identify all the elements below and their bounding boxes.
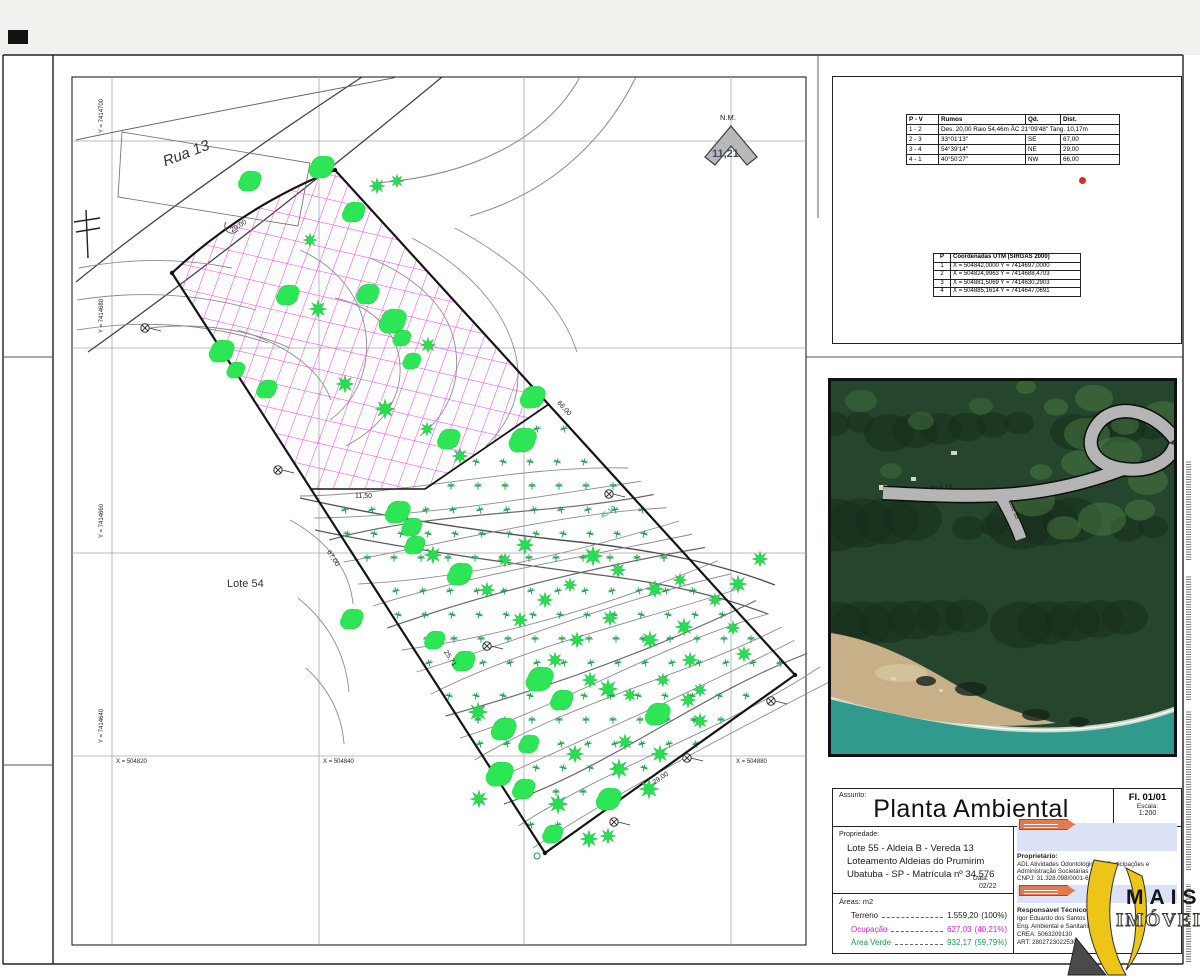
bearing-distance-table: P - VRumosQd.Dist.1 - 2Des. 20,00 Raio 5… [906,114,1120,165]
title-block-divider [1013,827,1014,953]
sheet-number-cell: Fl. 01/01 Escala: 1:200 [1113,789,1181,827]
sheet-number: Fl. 01/01 [1114,792,1181,803]
north-declination-value: 11,21 [712,148,739,160]
propriedade-label: Propriedade: [839,831,879,838]
dimension-label: 11,50 [355,493,372,500]
satellite-image [831,381,1174,754]
grid-y-label: Y = 7414640 [99,696,105,756]
utm-coordinates-table: PCoordenadas UTM (SIRGAS 2000)1X = 50484… [933,253,1081,297]
propriedade-line: Lote 55 - Aldeia B - Vereda 13 [847,843,974,854]
scale-value: 1:200 [1114,810,1181,817]
plot-stamp-vertical-text [1186,884,1191,962]
north-label: N.M. [720,113,736,122]
grid-y-label: Y = 7414700 [99,86,105,146]
area-row: Área Verde932,17(59,79%) [851,938,1007,947]
plot-stamp-vertical-text [1186,460,1191,560]
plot-stamp-vertical-text [1186,710,1191,870]
area-row: Ocupação627,03(40,21%) [851,925,1007,934]
plot-stamp-vertical-text [1186,575,1191,700]
digital-signature-stamp-icon [1019,819,1075,830]
grid-x-label: X = 504840 [323,759,354,765]
areas-label: Áreas: m2 [839,897,873,906]
grid-y-label: Y = 7414660 [99,491,105,551]
title-block-divider [833,893,1013,894]
grid-x-label: X = 504880 [736,759,767,765]
neighbor-lot-label: Lote 54 [227,578,264,590]
survey-tables-panel: P - VRumosQd.Dist.1 - 2Des. 20,00 Raio 5… [832,76,1182,344]
date-label: Data: [973,875,989,882]
grid-y-label: Y = 7414680 [99,286,105,346]
date-value: 02/22 [979,883,997,890]
area-row: Terreno1.559,20(100%) [851,911,1007,920]
propriedade-line: Loteamento Aldeias do Prumirim [847,856,984,867]
grid-x-label: X = 504820 [116,759,147,765]
satellite-photo-inset: Rua 13 Lote 55 [828,378,1177,757]
title-block-header: Assunto: Planta Ambiental Fl. 01/01 Esca… [833,789,1181,827]
scale-label: Escala: [1114,803,1181,810]
red-registration-dot [1079,177,1086,184]
